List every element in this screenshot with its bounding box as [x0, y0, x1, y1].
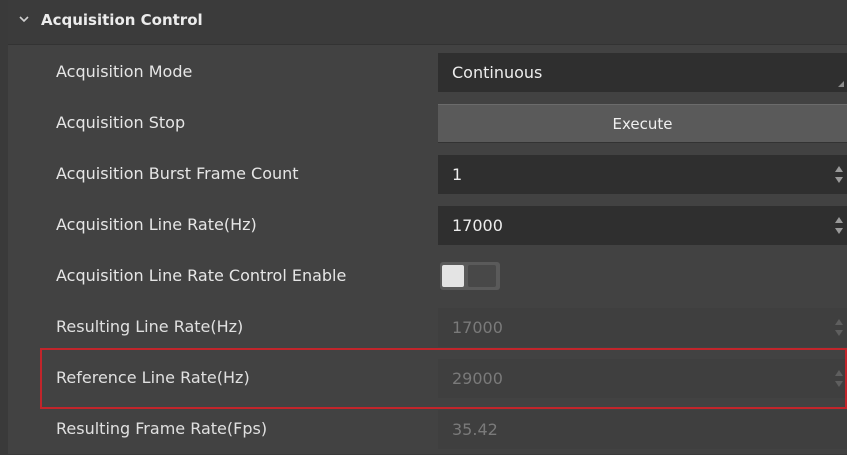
- row-resulting-frame-rate: Resulting Frame Rate(Fps) 35.42: [8, 404, 847, 455]
- resulting-frame-rate-label: Resulting Frame Rate(Fps): [56, 419, 268, 438]
- section-header[interactable]: Acquisition Control: [8, 0, 847, 45]
- resulting-line-rate-value: 17000: [452, 318, 503, 337]
- resulting-frame-rate-input: 35.42: [438, 410, 847, 449]
- acquisition-mode-value: Continuous: [452, 63, 543, 82]
- spin-arrows-icon: [835, 368, 845, 390]
- burst-frame-count-input[interactable]: 1: [438, 155, 847, 194]
- chevron-down-icon[interactable]: [19, 13, 33, 27]
- row-reference-line-rate: Reference Line Rate(Hz) 29000: [8, 353, 847, 404]
- row-acquisition-stop: Acquisition Stop Execute: [8, 98, 847, 149]
- dropdown-corner-icon: [838, 81, 844, 87]
- line-rate-control-enable-label: Acquisition Line Rate Control Enable: [56, 266, 347, 285]
- reference-line-rate-value: 29000: [452, 369, 503, 388]
- line-rate-input[interactable]: 17000: [438, 206, 847, 245]
- reference-line-rate-input: 29000: [438, 359, 847, 398]
- resulting-line-rate-label: Resulting Line Rate(Hz): [56, 317, 244, 336]
- row-burst-frame-count: Acquisition Burst Frame Count 1: [8, 149, 847, 200]
- acquisition-mode-label: Acquisition Mode: [56, 62, 193, 81]
- spin-arrows-icon[interactable]: [835, 215, 845, 237]
- line-rate-value: 17000: [452, 216, 503, 235]
- burst-frame-count-label: Acquisition Burst Frame Count: [56, 164, 299, 183]
- row-line-rate-control-enable: Acquisition Line Rate Control Enable: [8, 251, 847, 302]
- execute-button-label: Execute: [612, 115, 673, 133]
- acquisition-control-panel: Acquisition Control Acquisition Mode Con…: [8, 0, 847, 454]
- section-title: Acquisition Control: [41, 11, 203, 29]
- acquisition-mode-select[interactable]: Continuous: [438, 53, 847, 92]
- toggle-knob: [442, 265, 464, 287]
- toggle-track: [468, 265, 496, 287]
- reference-line-rate-label: Reference Line Rate(Hz): [56, 368, 250, 387]
- line-rate-label: Acquisition Line Rate(Hz): [56, 215, 257, 234]
- row-acquisition-mode: Acquisition Mode Continuous: [8, 47, 847, 98]
- row-line-rate: Acquisition Line Rate(Hz) 17000: [8, 200, 847, 251]
- resulting-frame-rate-value: 35.42: [452, 420, 498, 439]
- execute-button[interactable]: Execute: [438, 104, 847, 143]
- spin-arrows-icon[interactable]: [835, 164, 845, 186]
- row-resulting-line-rate: Resulting Line Rate(Hz) 17000: [8, 302, 847, 353]
- spin-arrows-icon: [835, 317, 845, 339]
- line-rate-control-toggle[interactable]: [440, 262, 500, 290]
- acquisition-stop-label: Acquisition Stop: [56, 113, 186, 132]
- resulting-line-rate-input: 17000: [438, 308, 847, 347]
- burst-frame-count-value: 1: [452, 165, 463, 184]
